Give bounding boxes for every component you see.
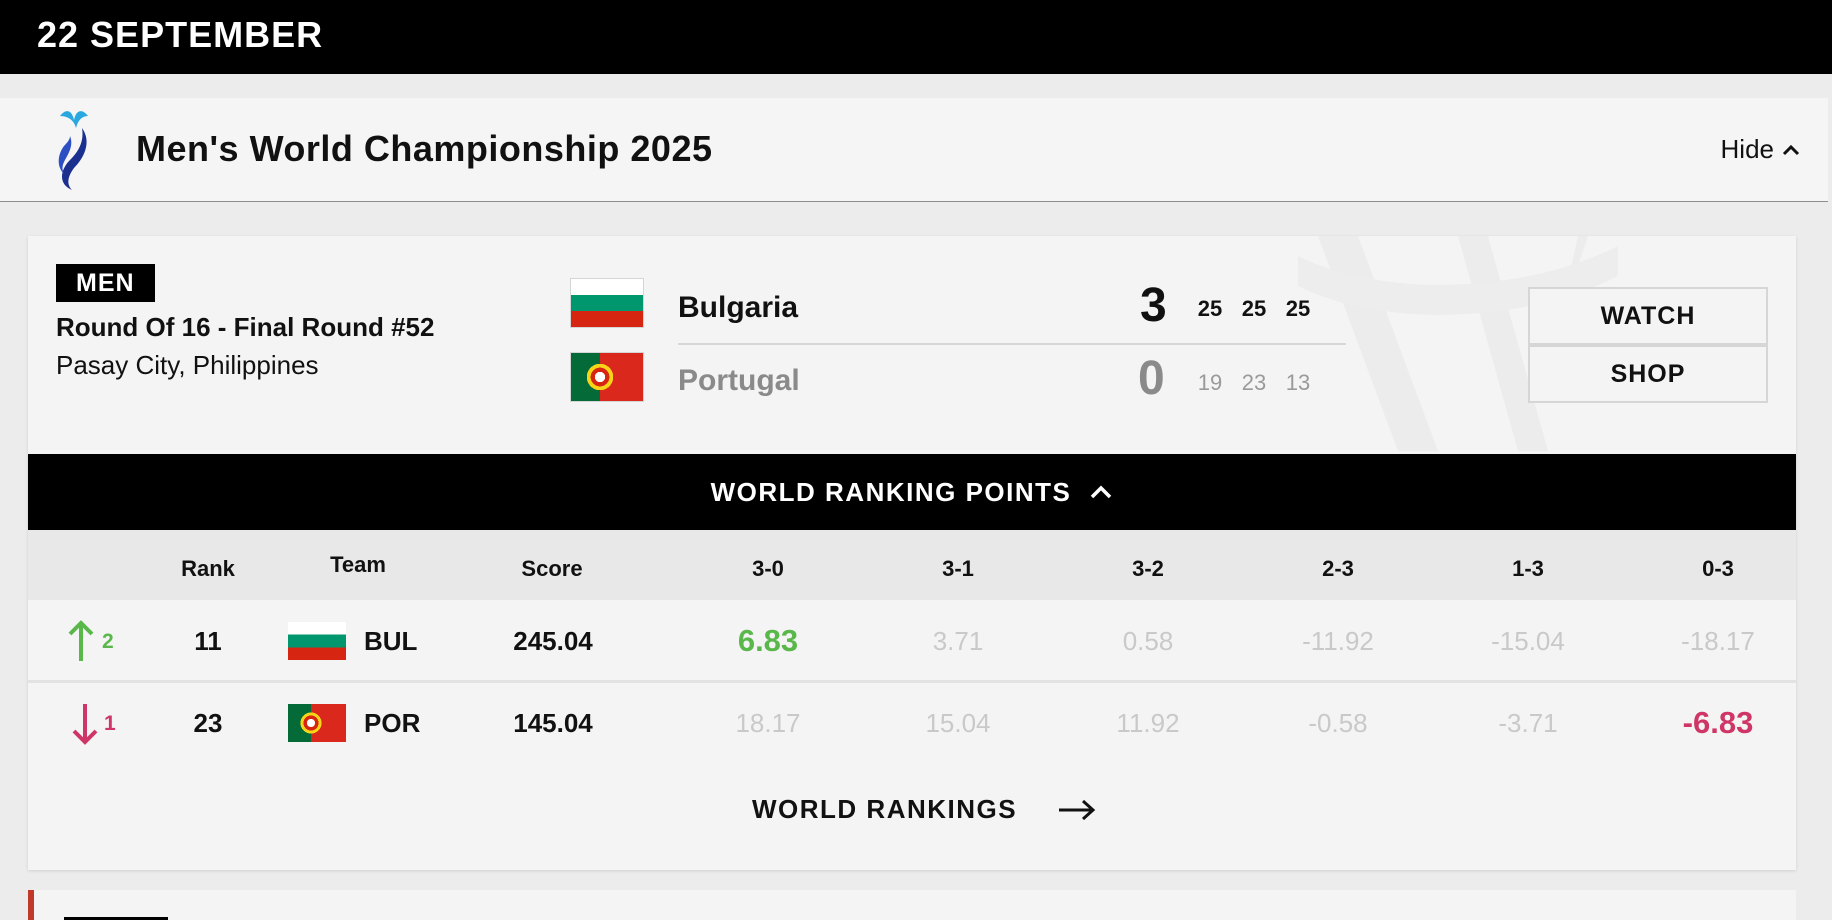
flag-bulgaria — [570, 278, 644, 328]
ranking-row-bul: 2 11 BUL 245.04 6.83 3.71 0.58 -11.92 -1… — [28, 602, 1796, 680]
watch-button[interactable]: WATCH — [1528, 287, 1768, 345]
col-3-2: 3-2 — [1132, 556, 1164, 581]
shop-button[interactable]: SHOP — [1528, 345, 1768, 403]
movement-value: 1 — [104, 712, 116, 735]
team-code: BUL — [364, 626, 418, 656]
col-0-3: 0-3 — [1702, 556, 1734, 581]
col-rank: Rank — [181, 556, 235, 581]
next-match-card — [28, 890, 1796, 920]
points-3-2: 0.58 — [1122, 626, 1174, 656]
ranking-table-header: Rank Team Score 3-0 3-1 3-2 2-3 1-3 0-3 — [28, 530, 1796, 600]
col-1-3: 1-3 — [1512, 556, 1544, 581]
hide-label: Hide — [1720, 134, 1774, 164]
points-3-1: 3.71 — [932, 626, 984, 656]
away-team-name[interactable]: Portugal — [678, 364, 800, 398]
points-0-3: -6.83 — [1682, 705, 1754, 740]
points-2-3: -0.58 — [1308, 708, 1368, 738]
col-score: Score — [521, 556, 583, 581]
world-ranking-points-title: WORLD RANKING POINTS — [710, 476, 1072, 507]
points-3-1: 15.04 — [925, 708, 991, 738]
date-header-bar: 22 SEPTEMBER — [0, 0, 1832, 74]
competition-header: Men's World Championship 2025 Hide — [0, 98, 1828, 202]
arrow-down-icon — [72, 704, 98, 745]
ranking-row-por: 1 23 POR 145.04 18.17 15.04 11.92 -0.58 … — [28, 684, 1796, 762]
competition-logo — [58, 111, 88, 190]
movement-value: 2 — [102, 630, 114, 653]
match-card: MEN Round Of 16 - Final Round #52 Pasay … — [28, 236, 1796, 870]
flag-portugal — [570, 352, 644, 402]
rank-value: 23 — [193, 708, 223, 738]
away-set-3: 13 — [1285, 370, 1311, 395]
points-1-3: -15.04 — [1491, 626, 1565, 656]
world-rankings-link[interactable]: WORLD RANKINGS — [752, 794, 1097, 825]
col-2-3: 2-3 — [1322, 556, 1354, 581]
rank-value: 11 — [194, 626, 222, 656]
points-3-2: 11.92 — [1116, 708, 1180, 738]
home-set-3: 25 — [1285, 296, 1311, 321]
gender-badge: MEN — [56, 264, 155, 302]
flag-bul-small — [288, 622, 346, 660]
home-team-name[interactable]: Bulgaria — [678, 291, 798, 325]
row-divider — [28, 680, 1796, 683]
hide-toggle[interactable]: Hide — [1721, 134, 1800, 165]
points-0-3: -18.17 — [1681, 626, 1755, 656]
arrow-up-icon — [68, 620, 94, 661]
chevron-up-icon — [1782, 144, 1800, 155]
team-divider — [678, 343, 1346, 345]
venue: Pasay City, Philippines — [56, 350, 319, 380]
home-set-1: 25 — [1197, 296, 1223, 321]
points-1-3: -3.71 — [1498, 708, 1558, 738]
score-value: 245.04 — [513, 626, 593, 656]
col-team: Team — [330, 552, 386, 577]
date-label: 22 SEPTEMBER — [37, 14, 324, 55]
away-sets-won: 0 — [1138, 352, 1165, 405]
chevron-up-icon — [1091, 485, 1112, 499]
arrow-right-icon — [1059, 799, 1096, 820]
away-set-2: 23 — [1241, 370, 1267, 395]
points-3-0: 6.83 — [737, 623, 799, 658]
round-name: Round Of 16 - Final Round #52 — [56, 312, 435, 342]
world-ranking-points-toggle[interactable]: WORLD RANKING POINTS — [28, 454, 1796, 530]
flag-por-small — [288, 704, 346, 742]
col-3-1: 3-1 — [942, 556, 974, 581]
competition-title: Men's World Championship 2025 — [136, 128, 713, 169]
home-sets-won: 3 — [1140, 279, 1167, 332]
away-set-1: 19 — [1197, 370, 1223, 395]
home-set-2: 25 — [1241, 296, 1267, 321]
world-rankings-label: WORLD RANKINGS — [752, 794, 1018, 824]
team-code: POR — [364, 708, 421, 738]
score-value: 145.04 — [513, 708, 593, 738]
col-3-0: 3-0 — [752, 556, 784, 581]
points-3-0: 18.17 — [735, 708, 801, 738]
points-2-3: -11.92 — [1302, 626, 1374, 656]
